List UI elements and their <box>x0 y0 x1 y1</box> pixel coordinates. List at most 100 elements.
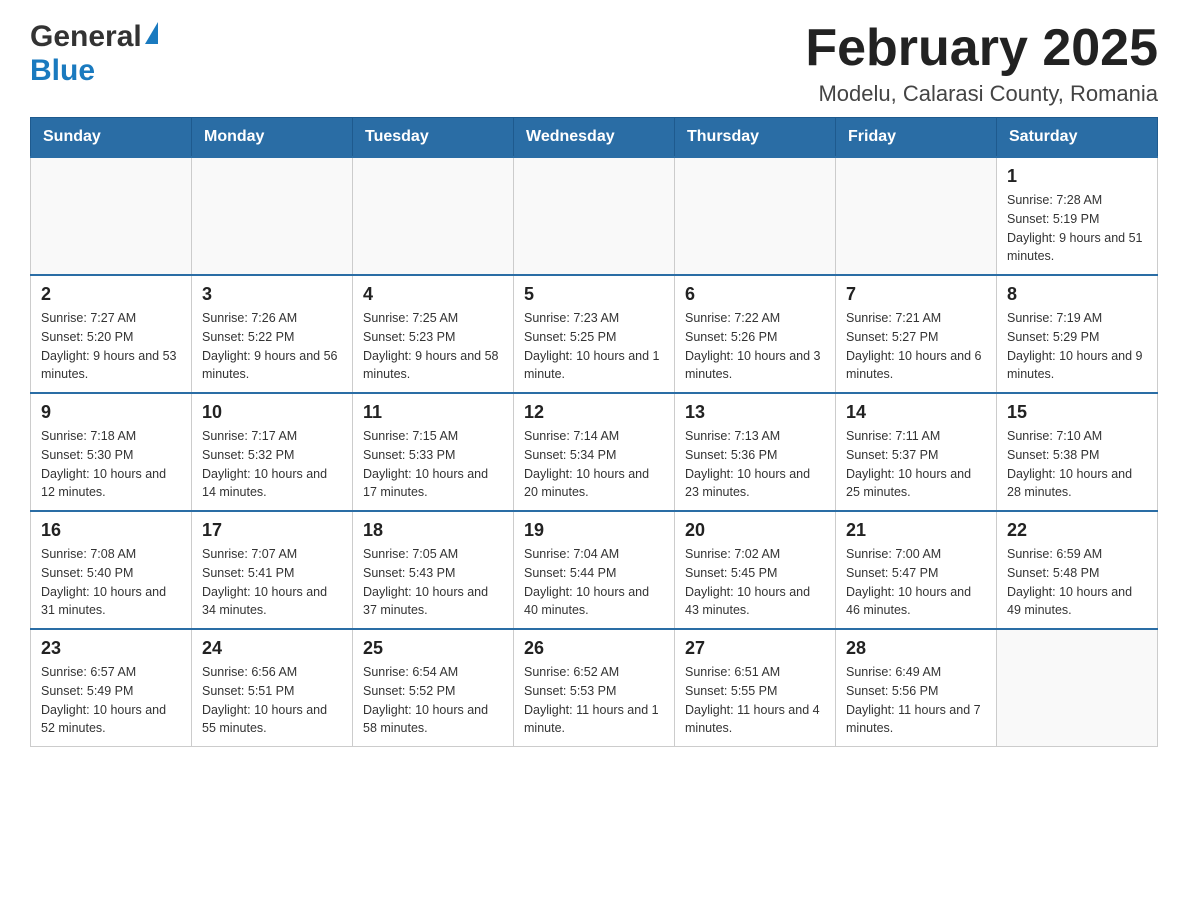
day-number: 13 <box>685 402 825 423</box>
day-info: Sunrise: 7:05 AM Sunset: 5:43 PM Dayligh… <box>363 545 503 620</box>
day-number: 15 <box>1007 402 1147 423</box>
calendar-day-cell <box>836 157 997 275</box>
calendar-day-cell: 13 Sunrise: 7:13 AM Sunset: 5:36 PM Dayli… <box>675 393 836 511</box>
day-number: 20 <box>685 520 825 541</box>
day-number: 19 <box>524 520 664 541</box>
day-number: 8 <box>1007 284 1147 305</box>
calendar-day-cell: 9 Sunrise: 7:18 AM Sunset: 5:30 PM Daylig… <box>31 393 192 511</box>
calendar-day-cell: 17 Sunrise: 7:07 AM Sunset: 5:41 PM Dayli… <box>192 511 353 629</box>
day-info: Sunrise: 6:49 AM Sunset: 5:56 PM Dayligh… <box>846 663 986 738</box>
calendar-day-cell: 18 Sunrise: 7:05 AM Sunset: 5:43 PM Dayli… <box>353 511 514 629</box>
calendar-day-cell: 4 Sunrise: 7:25 AM Sunset: 5:23 PM Daylig… <box>353 275 514 393</box>
day-info: Sunrise: 6:56 AM Sunset: 5:51 PM Dayligh… <box>202 663 342 738</box>
day-info: Sunrise: 7:11 AM Sunset: 5:37 PM Dayligh… <box>846 427 986 502</box>
calendar-day-cell: 12Sunrise: 7:14 AM Sunset: 5:34 PM Dayli… <box>514 393 675 511</box>
calendar-day-cell: 21 Sunrise: 7:00 AM Sunset: 5:47 PM Dayli… <box>836 511 997 629</box>
calendar-day-cell: 22Sunrise: 6:59 AM Sunset: 5:48 PM Dayli… <box>997 511 1158 629</box>
logo-blue-text: Blue <box>30 54 95 88</box>
calendar-day-cell: 24 Sunrise: 6:56 AM Sunset: 5:51 PM Dayli… <box>192 629 353 747</box>
day-number: 23 <box>41 638 181 659</box>
day-number: 6 <box>685 284 825 305</box>
calendar-day-cell: 26Sunrise: 6:52 AM Sunset: 5:53 PM Dayli… <box>514 629 675 747</box>
day-info: Sunrise: 7:02 AM Sunset: 5:45 PM Dayligh… <box>685 545 825 620</box>
calendar-day-cell: 10 Sunrise: 7:17 AM Sunset: 5:32 PM Dayli… <box>192 393 353 511</box>
day-info: Sunrise: 7:19 AM Sunset: 5:29 PM Dayligh… <box>1007 309 1147 384</box>
calendar-day-cell: 7 Sunrise: 7:21 AM Sunset: 5:27 PM Daylig… <box>836 275 997 393</box>
calendar-day-cell: 3 Sunrise: 7:26 AM Sunset: 5:22 PM Daylig… <box>192 275 353 393</box>
day-number: 9 <box>41 402 181 423</box>
calendar-day-header: Saturday <box>997 118 1158 158</box>
day-info: Sunrise: 6:57 AM Sunset: 5:49 PM Dayligh… <box>41 663 181 738</box>
calendar-week-row: 9 Sunrise: 7:18 AM Sunset: 5:30 PM Daylig… <box>31 393 1158 511</box>
day-info: Sunrise: 7:25 AM Sunset: 5:23 PM Dayligh… <box>363 309 503 384</box>
day-info: Sunrise: 7:18 AM Sunset: 5:30 PM Dayligh… <box>41 427 181 502</box>
calendar-day-cell: 23 Sunrise: 6:57 AM Sunset: 5:49 PM Dayli… <box>31 629 192 747</box>
calendar-day-cell <box>353 157 514 275</box>
day-info: Sunrise: 7:23 AM Sunset: 5:25 PM Dayligh… <box>524 309 664 384</box>
calendar-day-cell: 11Sunrise: 7:15 AM Sunset: 5:33 PM Dayli… <box>353 393 514 511</box>
day-number: 28 <box>846 638 986 659</box>
day-number: 12 <box>524 402 664 423</box>
day-info: Sunrise: 7:08 AM Sunset: 5:40 PM Dayligh… <box>41 545 181 620</box>
title-block: February 2025 Modelu, Calarasi County, R… <box>805 20 1158 107</box>
logo-arrow-icon <box>145 22 158 44</box>
calendar-day-cell: 8 Sunrise: 7:19 AM Sunset: 5:29 PM Daylig… <box>997 275 1158 393</box>
calendar-day-cell: 15 Sunrise: 7:10 AM Sunset: 5:38 PM Dayli… <box>997 393 1158 511</box>
calendar-week-row: 1 Sunrise: 7:28 AM Sunset: 5:19 PM Daylig… <box>31 157 1158 275</box>
calendar-day-cell: 14 Sunrise: 7:11 AM Sunset: 5:37 PM Dayli… <box>836 393 997 511</box>
day-number: 14 <box>846 402 986 423</box>
page-header: General Blue February 2025 Modelu, Calar… <box>30 20 1158 107</box>
day-number: 4 <box>363 284 503 305</box>
day-number: 11 <box>363 402 503 423</box>
calendar-day-header: Thursday <box>675 118 836 158</box>
calendar-day-cell <box>675 157 836 275</box>
day-info: Sunrise: 7:10 AM Sunset: 5:38 PM Dayligh… <box>1007 427 1147 502</box>
day-number: 27 <box>685 638 825 659</box>
day-info: Sunrise: 7:21 AM Sunset: 5:27 PM Dayligh… <box>846 309 986 384</box>
calendar-day-cell <box>997 629 1158 747</box>
day-info: Sunrise: 7:26 AM Sunset: 5:22 PM Dayligh… <box>202 309 342 384</box>
logo-general-text: General <box>30 20 142 54</box>
calendar-header-row: SundayMondayTuesdayWednesdayThursdayFrid… <box>31 118 1158 158</box>
day-number: 18 <box>363 520 503 541</box>
calendar-week-row: 23 Sunrise: 6:57 AM Sunset: 5:49 PM Dayli… <box>31 629 1158 747</box>
day-info: Sunrise: 7:13 AM Sunset: 5:36 PM Dayligh… <box>685 427 825 502</box>
calendar-day-cell: 1 Sunrise: 7:28 AM Sunset: 5:19 PM Daylig… <box>997 157 1158 275</box>
calendar-day-cell: 19Sunrise: 7:04 AM Sunset: 5:44 PM Dayli… <box>514 511 675 629</box>
day-number: 5 <box>524 284 664 305</box>
calendar-subtitle: Modelu, Calarasi County, Romania <box>805 81 1158 107</box>
calendar-day-cell <box>514 157 675 275</box>
calendar-day-cell <box>192 157 353 275</box>
calendar-day-header: Tuesday <box>353 118 514 158</box>
day-number: 3 <box>202 284 342 305</box>
calendar-day-header: Monday <box>192 118 353 158</box>
day-info: Sunrise: 7:27 AM Sunset: 5:20 PM Dayligh… <box>41 309 181 384</box>
day-number: 22 <box>1007 520 1147 541</box>
calendar-day-cell: 2Sunrise: 7:27 AM Sunset: 5:20 PM Daylig… <box>31 275 192 393</box>
calendar-day-cell: 20 Sunrise: 7:02 AM Sunset: 5:45 PM Dayli… <box>675 511 836 629</box>
day-number: 17 <box>202 520 342 541</box>
calendar-day-cell: 6Sunrise: 7:22 AM Sunset: 5:26 PM Daylig… <box>675 275 836 393</box>
day-info: Sunrise: 7:28 AM Sunset: 5:19 PM Dayligh… <box>1007 191 1147 266</box>
day-number: 1 <box>1007 166 1147 187</box>
day-number: 16 <box>41 520 181 541</box>
day-info: Sunrise: 6:54 AM Sunset: 5:52 PM Dayligh… <box>363 663 503 738</box>
calendar-title: February 2025 <box>805 20 1158 77</box>
day-number: 24 <box>202 638 342 659</box>
day-number: 7 <box>846 284 986 305</box>
day-number: 25 <box>363 638 503 659</box>
calendar-week-row: 16 Sunrise: 7:08 AM Sunset: 5:40 PM Dayli… <box>31 511 1158 629</box>
day-info: Sunrise: 6:51 AM Sunset: 5:55 PM Dayligh… <box>685 663 825 738</box>
day-info: Sunrise: 7:17 AM Sunset: 5:32 PM Dayligh… <box>202 427 342 502</box>
day-number: 21 <box>846 520 986 541</box>
calendar-day-cell <box>31 157 192 275</box>
calendar-week-row: 2Sunrise: 7:27 AM Sunset: 5:20 PM Daylig… <box>31 275 1158 393</box>
calendar-day-header: Friday <box>836 118 997 158</box>
logo: General Blue <box>30 20 158 88</box>
day-number: 10 <box>202 402 342 423</box>
day-info: Sunrise: 7:00 AM Sunset: 5:47 PM Dayligh… <box>846 545 986 620</box>
day-info: Sunrise: 7:07 AM Sunset: 5:41 PM Dayligh… <box>202 545 342 620</box>
day-info: Sunrise: 6:52 AM Sunset: 5:53 PM Dayligh… <box>524 663 664 738</box>
calendar-day-header: Sunday <box>31 118 192 158</box>
calendar-day-cell: 27 Sunrise: 6:51 AM Sunset: 5:55 PM Dayli… <box>675 629 836 747</box>
